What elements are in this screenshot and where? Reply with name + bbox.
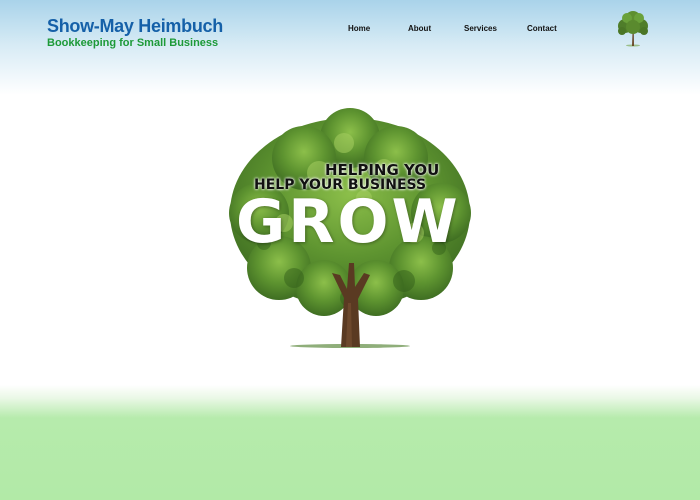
nav-home[interactable]: Home: [348, 24, 370, 33]
nav-about[interactable]: About: [408, 24, 431, 33]
hero-grow: GROW: [236, 187, 461, 257]
nav-services[interactable]: Services: [464, 24, 497, 33]
brand-name[interactable]: Show-May Heimbuch: [47, 16, 223, 36]
hero-headline: HELPING YOU HELP YOUR BUSINESS GROW: [224, 103, 476, 350]
nav-contact[interactable]: Contact: [527, 24, 557, 33]
brand-tagline: Bookkeeping for Small Business: [47, 37, 219, 49]
brand[interactable]: Show-May Heimbuch Bookkeeping for Small …: [47, 16, 223, 50]
tree-logo-icon[interactable]: [613, 9, 653, 47]
